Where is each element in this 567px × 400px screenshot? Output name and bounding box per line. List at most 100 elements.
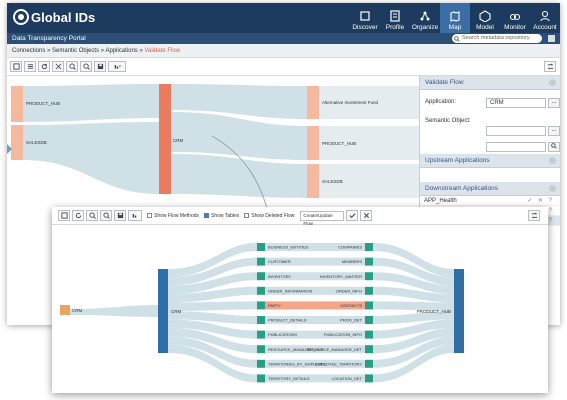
table-node-left[interactable] [257,301,265,310]
app-node-product-hub[interactable] [454,269,464,353]
downstream-item[interactable]: APP_Health ✓ ✕ ? [420,196,560,206]
table-node-left[interactable] [257,286,265,295]
table-label-right: MEMBERS [342,259,363,264]
breadcrumb-separator: » [139,48,143,54]
application-field[interactable]: CRM [486,98,546,108]
refresh-button[interactable] [38,61,50,72]
table-node-right[interactable] [365,301,373,310]
table-node-right[interactable] [365,316,373,324]
nav-label: Discover [352,24,378,31]
table-label-left: TERRITORY_DETAILS [268,376,310,381]
search-field[interactable] [486,142,546,152]
table-node-left[interactable] [257,272,265,281]
fit-button[interactable] [52,61,64,72]
semantic-object-browse-button[interactable]: ... [548,126,560,136]
gear-icon[interactable] [549,157,556,164]
validate-flow-header[interactable]: Validate Flow [420,76,560,90]
app-label-right: PRODUCT_HUB [417,309,451,314]
upstream-header[interactable]: Upstream Applications [420,154,560,168]
node-alt-investment[interactable] [307,86,319,119]
table-label-right: LOCATION_DET [332,376,363,381]
breadcrumb-applications[interactable]: Applications [105,48,137,54]
table-node-right[interactable] [365,359,373,368]
breadcrumb-semantic-objects[interactable]: Semantic Objects [52,48,99,54]
nav-label: Model [476,24,494,31]
shuffle-button[interactable] [544,61,556,72]
table-node-left[interactable] [257,243,265,251]
back-toolbar [7,58,560,76]
breadcrumb-current: Validate Flow [144,48,181,54]
table-node-right[interactable] [365,272,373,281]
view-list-button[interactable] [24,61,36,72]
nav-account[interactable]: Account [530,3,560,33]
table-node-right[interactable] [365,330,373,339]
node-salesdb-right[interactable] [307,164,319,198]
zoom-out-button[interactable] [100,210,112,221]
search-icon [551,143,557,149]
show-tables-toggle[interactable]: Show Tables [204,213,239,219]
zoom-out-button[interactable] [80,61,92,72]
search-button[interactable] [548,142,560,152]
gear-icon[interactable] [549,185,556,192]
node-product-hub-right[interactable] [307,126,319,160]
flow-name-input[interactable]: Create/Update Flow [300,210,345,226]
node-product-hub-left[interactable] [11,86,23,122]
node-crm[interactable] [159,84,171,194]
refresh-button[interactable] [72,210,84,221]
confirm-button[interactable] [346,210,359,221]
nav-monitor[interactable]: Monitor [500,3,530,33]
show-deleted-flow-toggle[interactable]: Show Deleted Flow [244,213,294,219]
discover-icon [360,11,370,21]
source-node-crm[interactable] [60,305,70,315]
save-button[interactable] [94,61,106,72]
show-flow-methods-toggle[interactable]: Show Flow Methods [147,213,199,219]
expand-icon [55,63,61,70]
downstream-header[interactable]: Downstream Applications [420,182,560,196]
zoom-out-icon [82,63,90,70]
flow-link [70,305,158,317]
application-browse-button[interactable]: ... [548,98,560,108]
nav-model[interactable]: Model [470,3,500,33]
view-grid-button[interactable] [58,210,70,221]
zoom-in-button[interactable] [66,61,78,72]
search-input[interactable]: Search metadata repository [452,34,542,43]
table-node-left[interactable] [257,345,265,354]
table-node-right[interactable] [365,345,373,354]
table-node-left[interactable] [257,257,265,266]
save-button[interactable] [114,210,126,221]
app-node-crm[interactable] [158,269,168,353]
check-icon [349,213,356,218]
table-node-right[interactable] [365,257,373,266]
row-actions-icon[interactable]: ✓ ✕ ? [527,196,554,206]
table-node-left[interactable] [257,374,265,383]
layout-dropdown[interactable] [128,210,142,221]
portal-menu-icon[interactable] [548,35,555,42]
cancel-button[interactable] [360,210,373,221]
table-node-right[interactable] [365,286,373,295]
nav-profile[interactable]: Profile [380,3,410,33]
gear-icon[interactable] [549,79,556,86]
table-label-right: PROD_DET [340,318,362,323]
table-node-left[interactable] [257,330,265,339]
top-navigation-bar: Global IDs Discover Profile Organize Map Mod… [7,3,560,33]
table-node-right[interactable] [365,243,373,251]
zoom-in-button[interactable] [86,210,98,221]
zoom-in-icon [88,212,96,219]
main-nav: Discover Profile Organize Map Model Monitor Ac… [350,3,560,33]
global-ids-logo[interactable]: Global IDs [13,9,95,25]
layout-dropdown[interactable] [108,61,126,72]
breadcrumb-connections[interactable]: Connections [12,48,45,54]
nav-discover[interactable]: Discover [350,3,380,33]
nav-map[interactable]: Map [440,3,470,33]
shuffle-button[interactable] [528,210,540,221]
table-label-right: CONTACTS [340,303,362,308]
table-node-right[interactable] [365,374,373,383]
nav-organize[interactable]: Organize [410,3,440,33]
show-flow-methods-label: Show Flow Methods [154,212,200,219]
table-node-left[interactable] [257,316,265,324]
node-salesdb-left[interactable] [11,125,23,160]
table-node-left[interactable] [257,359,265,368]
view-grid-button[interactable] [10,61,22,72]
downstream-item-label: APP_Health [424,198,457,204]
semantic-object-field[interactable] [486,126,546,136]
